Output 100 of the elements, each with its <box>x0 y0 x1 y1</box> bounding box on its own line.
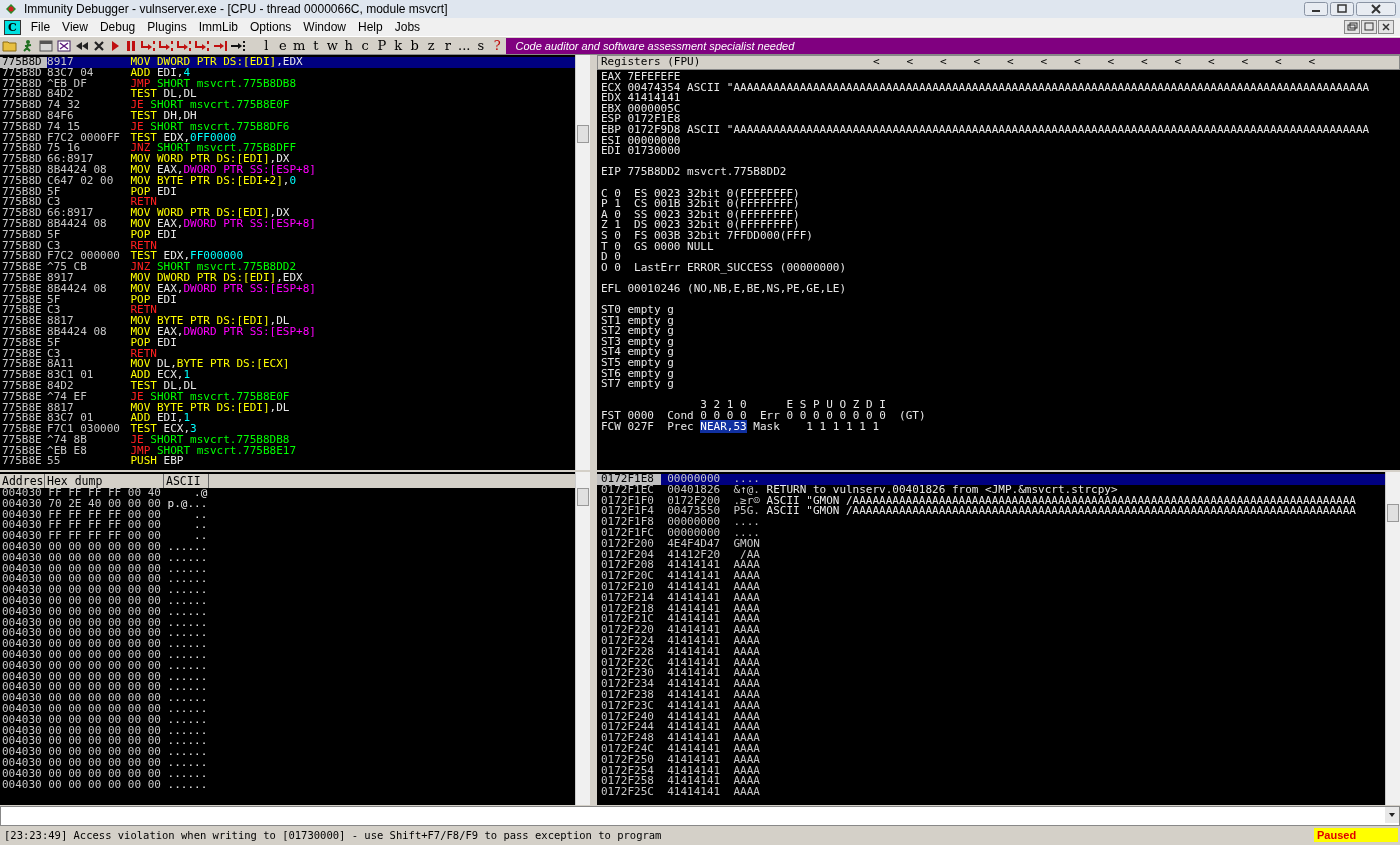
disassembly-row[interactable]: 775B8E 55 PUSH EBP <box>0 456 575 468</box>
disassembly-row[interactable]: 775B8D 8B4424 08 MOV EAX,DWORD PTR SS:[ESP+8] <box>0 218 575 230</box>
disassembly-row[interactable]: 775B8E 84D2 TEST DL,DL <box>0 380 575 392</box>
stack-row[interactable]: 0172F244 41414141 AAAA <box>597 722 1385 734</box>
disassembly-row[interactable]: 775B8E 8B4424 08 MOV EAX,DWORD PTR SS:[ESP+8] <box>0 326 575 338</box>
disassembly-row[interactable]: 775B8D ^EB DF JMP SHORT msvcrt.775B8DB8 <box>0 78 575 90</box>
disassembly-row[interactable]: 775B8D C3 RETN <box>0 197 575 209</box>
arrow-button[interactable]: < <box>1174 57 1208 68</box>
disassembly-row[interactable]: 775B8E ^75 CB JNZ SHORT msvcrt.775B8DD2 <box>0 262 575 273</box>
disassembly-row[interactable]: 775B8E F7C1 030000 TEST ECX,3 <box>0 424 575 435</box>
stack-row[interactable]: 0172F22C 41414141 AAAA <box>597 657 1385 669</box>
disassembly-row[interactable]: 775B8E C3 RETN <box>0 348 575 360</box>
arrow-button[interactable]: < <box>1007 57 1041 68</box>
return-arrow-icon[interactable] <box>212 38 228 53</box>
stack-row[interactable]: 0172F200 4E4F4D47 GMON <box>597 538 1385 550</box>
toolbar-letter-button[interactable]: l <box>258 37 275 54</box>
arrow-button[interactable]: < <box>873 57 907 68</box>
stack-row[interactable]: 0172F24C 41414141 AAAA <box>597 743 1385 755</box>
arrow-button[interactable]: < <box>1141 57 1175 68</box>
menu-item[interactable]: File <box>24 20 57 34</box>
stack-row[interactable]: 0172F1FC 00000000 .... <box>597 528 1385 539</box>
menu-item[interactable]: Options <box>244 20 298 34</box>
disassembly-row[interactable]: 775B8E 83C1 01 ADD ECX,1 <box>0 370 575 381</box>
toolbar-letter-button[interactable]: ? <box>489 37 506 54</box>
arrow-button[interactable]: < <box>940 57 974 68</box>
step-arrow-icon[interactable] <box>194 38 210 53</box>
disassembly-row[interactable]: 775B8D 8917 MOV DWORD PTR DS:[EDI],EDX <box>0 57 575 68</box>
disassembly-row[interactable]: 775B8E ^74 8B JE SHORT msvcrt.775B8DB8 <box>0 434 575 446</box>
menu-item[interactable]: Jobs <box>388 20 427 34</box>
disassembly-row[interactable]: 775B8D 66:8917 MOV WORD PTR DS:[EDI],DX <box>0 154 575 165</box>
scrollbar[interactable] <box>1385 472 1400 805</box>
stack-row[interactable]: 0172F21C 41414141 AAAA <box>597 614 1385 626</box>
disassembly-row[interactable]: 775B8D 84D2 TEST DL,DL <box>0 89 575 101</box>
close-icon[interactable] <box>1356 2 1396 16</box>
stack-row[interactable]: 0172F220 41414141 AAAA <box>597 625 1385 636</box>
step-arrow-icon[interactable] <box>140 38 156 53</box>
toolbar-letter-button[interactable]: P <box>373 37 390 54</box>
precision-value[interactable]: NEAR,53 <box>700 419 747 433</box>
disassembly-row[interactable]: 775B8E C3 RETN <box>0 305 575 317</box>
stack-row[interactable]: 0172F240 41414141 AAAA <box>597 711 1385 723</box>
stack-row[interactable]: 0172F218 41414141 AAAA <box>597 603 1385 615</box>
arrow-button[interactable]: < <box>1308 57 1342 68</box>
toolbar-letter-button[interactable]: w <box>324 37 341 54</box>
step-arrow-icon[interactable] <box>176 38 192 53</box>
stack-row[interactable]: 0172F258 41414141 AAAA <box>597 776 1385 788</box>
stack-row[interactable]: 0172F204 41412F20 /AA <box>597 549 1385 561</box>
toolbar-letter-button[interactable]: s <box>472 37 489 54</box>
disassembly-row[interactable]: 775B8E 5F POP EDI <box>0 337 575 349</box>
toolbar-letter-button[interactable]: e <box>274 37 291 54</box>
minimize-icon[interactable] <box>1304 2 1328 16</box>
disassembly-row[interactable]: 775B8E ^74 EF JE SHORT msvcrt.775B8E0F <box>0 391 575 403</box>
stack-row[interactable]: 0172F1EC 00401826 &↑@. RETURN to vulnserv.00401826 from <JMP.&msvcrt.strcpy> <box>597 484 1385 496</box>
toolbar-letter-button[interactable]: h <box>340 37 357 54</box>
trace-arrow-icon[interactable] <box>230 38 246 53</box>
toolbar-letter-button[interactable]: z <box>423 37 440 54</box>
stack-row[interactable]: 0172F25C 41414141 AAAA <box>597 787 1385 798</box>
stack-row[interactable]: 0172F1E8 00000000 .... <box>597 474 1385 485</box>
column-header[interactable]: Hex dump <box>45 474 164 488</box>
toolbar-letter-button[interactable]: m <box>291 37 308 54</box>
close-icon[interactable] <box>1378 20 1394 34</box>
disassembly-row[interactable]: 775B8E 8817 MOV BYTE PTR DS:[EDI],DL <box>0 402 575 414</box>
toolbar-letter-button[interactable]: ... <box>456 37 473 54</box>
restore-icon[interactable] <box>1344 20 1360 34</box>
disassembly-row[interactable]: 775B8E 8B4424 08 MOV EAX,DWORD PTR SS:[ESP+8] <box>0 283 575 295</box>
disassembly-row[interactable]: 775B8D C3 RETN <box>0 240 575 252</box>
column-header[interactable]: ASCII <box>164 474 209 488</box>
maximize-icon[interactable] <box>1330 2 1354 16</box>
stack-row[interactable]: 0172F210 41414141 AAAA <box>597 581 1385 593</box>
stack-row[interactable]: 0172F254 41414141 AAAA <box>597 765 1385 777</box>
menu-item[interactable]: Plugins <box>141 20 193 34</box>
stack-row[interactable]: 0172F1F0 0172F200 .≥r☺ ASCII "GMON /AAAAAAAAAAAAAAAAAAAAAAAAAAAAAAAAAAAAAAAAAAAAAAAAAAAAAAAAAAAAAAAAAAAAAAAAAAAA <box>597 495 1385 507</box>
toolbar-letter-button[interactable]: r <box>439 37 456 54</box>
disassembly-row[interactable]: 775B8D F7C2 000000 TEST EDX,FF000000 <box>0 251 575 263</box>
stack-row[interactable]: 0172F1F4 00473550 P5G. ASCII "GMON /AAAAAAAAAAAAAAAAAAAAAAAAAAAAAAAAAAAAAAAAAAAAAAAAAAAAAAAAAAAAAAAAAAAAAAAAAAAA <box>597 506 1385 518</box>
disassembly-row[interactable]: 775B8D C647 02 00 MOV BYTE PTR DS:[EDI+2],0 <box>0 175 575 187</box>
toolbar-letter-button[interactable]: t <box>307 37 324 54</box>
disassembly-row[interactable]: 775B8E 83C7 01 ADD EDI,1 <box>0 413 575 425</box>
disassembly-row[interactable]: 775B8D 83C7 04 ADD EDI,4 <box>0 67 575 79</box>
toolbar-letter-button[interactable]: b <box>406 37 423 54</box>
disassembly-row[interactable]: 775B8D 75 16 JNZ SHORT msvcrt.775B8DFF <box>0 143 575 155</box>
arrow-button[interactable]: < <box>1107 57 1141 68</box>
disassembly-row[interactable]: 775B8E 8917 MOV DWORD PTR DS:[EDI],EDX <box>0 272 575 284</box>
disassembly-row[interactable]: 775B8D 84F6 TEST DH,DH <box>0 111 575 122</box>
disassembly-row[interactable]: 775B8D 66:8917 MOV WORD PTR DS:[EDI],DX <box>0 208 575 219</box>
toolbar-letter-button[interactable]: k <box>390 37 407 54</box>
disassembly-row[interactable]: 775B8D 74 15 JE SHORT msvcrt.775B8DF6 <box>0 121 575 133</box>
arrow-button[interactable]: < <box>1074 57 1108 68</box>
arrow-button[interactable]: < <box>906 57 940 68</box>
pause-icon[interactable] <box>124 38 138 53</box>
window-icon[interactable] <box>38 38 54 53</box>
step-arrow-icon[interactable] <box>158 38 174 53</box>
stack-row[interactable]: 0172F228 41414141 AAAA <box>597 646 1385 658</box>
dropdown-icon[interactable] <box>1385 807 1399 823</box>
arrow-button[interactable]: < <box>1040 57 1074 68</box>
arrow-button[interactable]: < <box>1241 57 1275 68</box>
column-header[interactable]: Addres <box>0 474 45 488</box>
stack-row[interactable]: 0172F234 41414141 AAAA <box>597 679 1385 690</box>
scrollbar[interactable] <box>575 55 590 470</box>
stack-row[interactable]: 0172F238 41414141 AAAA <box>597 689 1385 701</box>
disassembly-row[interactable]: 775B8D 8B4424 08 MOV EAX,DWORD PTR SS:[ESP+8] <box>0 164 575 176</box>
